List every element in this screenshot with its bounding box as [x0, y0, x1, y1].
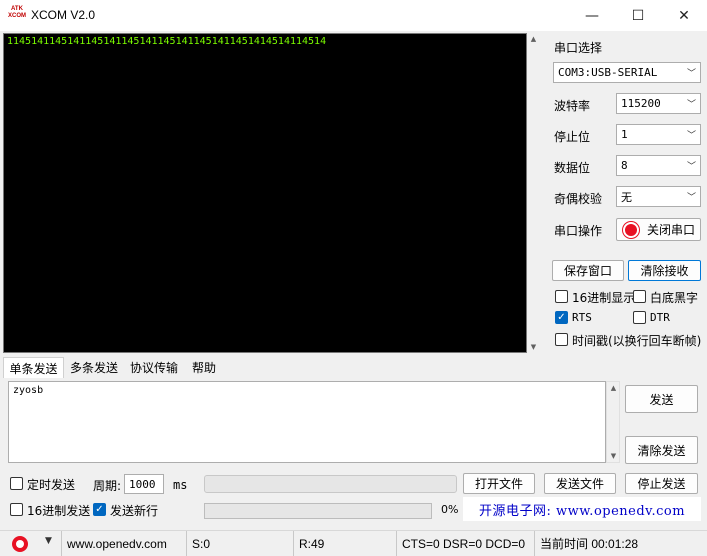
- chevron-down-icon: ﹀: [686, 162, 696, 172]
- stop-send-button[interactable]: 停止发送: [625, 473, 698, 494]
- status-line-signals: CTS=0 DSR=0 DCD=0: [396, 531, 533, 556]
- tab-protocol[interactable]: 协议传输: [125, 357, 183, 378]
- received-text: 1145141145141145141145141145141145141145…: [7, 36, 327, 47]
- promo-link[interactable]: 开源电子网: www.openedv.com: [463, 497, 701, 521]
- send-progress-bar: [204, 503, 432, 519]
- record-stop-icon: [623, 221, 639, 238]
- rts-label: RTS: [572, 311, 592, 324]
- period-input[interactable]: 1000: [124, 474, 164, 494]
- parity-select[interactable]: 无 ﹀: [616, 186, 701, 207]
- parity-value: 无: [621, 190, 632, 204]
- period-unit: ms: [173, 478, 188, 492]
- app-logo-icon: ATK XCOM: [8, 6, 26, 19]
- file-path-field[interactable]: [204, 475, 457, 493]
- baud-select-value: 115200: [621, 97, 661, 110]
- scroll-down-arrow-icon[interactable]: ▼: [607, 450, 620, 462]
- close-port-label: 关闭串口: [647, 223, 696, 237]
- data-bits-select[interactable]: 8 ﹀: [616, 155, 701, 176]
- send-text: zyosb: [13, 385, 44, 396]
- white-bg-label: 白底黑字: [650, 291, 699, 305]
- port-operation-label: 串口操作: [554, 224, 603, 238]
- stop-bits-value: 1: [621, 128, 628, 141]
- status-url[interactable]: www.openedv.com: [61, 531, 185, 556]
- scroll-down-arrow-icon[interactable]: ▼: [527, 341, 540, 353]
- period-label: 周期:: [93, 479, 122, 493]
- send-input[interactable]: zyosb: [8, 381, 606, 463]
- send-button[interactable]: 发送: [625, 385, 698, 413]
- rts-checkbox[interactable]: ✓: [555, 311, 568, 324]
- white-bg-checkbox[interactable]: [633, 290, 646, 303]
- dtr-checkbox[interactable]: [633, 311, 646, 324]
- send-file-button[interactable]: 发送文件: [544, 473, 616, 494]
- title-bar: ATK XCOM XCOM V2.0 — ☐ ✕: [0, 0, 707, 31]
- menu-down-arrow-icon[interactable]: ▼: [45, 536, 52, 546]
- receive-scrollbar[interactable]: ▲ ▼: [527, 33, 540, 353]
- send-newline-label: 发送新行: [110, 504, 159, 518]
- data-bits-value: 8: [621, 159, 628, 172]
- data-bits-label: 数据位: [554, 161, 591, 175]
- tab-help[interactable]: 帮助: [184, 357, 224, 378]
- hex-send-label: 16进制发送: [27, 504, 91, 518]
- scroll-up-arrow-icon[interactable]: ▲: [607, 382, 620, 394]
- window-title: XCOM V2.0: [31, 8, 96, 22]
- maximize-button[interactable]: ☐: [615, 0, 661, 31]
- receive-terminal[interactable]: 1145141145141145141145141145141145141145…: [3, 33, 527, 353]
- chevron-down-icon: ﹀: [686, 100, 696, 110]
- hex-send-checkbox[interactable]: [10, 503, 23, 516]
- stop-bits-label: 停止位: [554, 130, 591, 144]
- tab-single-send[interactable]: 单条发送: [3, 357, 64, 378]
- status-current-time: 当前时间 00:01:28: [534, 531, 707, 556]
- port-select[interactable]: COM3:USB-SERIAL ﹀: [553, 62, 701, 83]
- tab-multi-send[interactable]: 多条发送: [65, 357, 123, 378]
- close-port-button[interactable]: 关闭串口: [616, 218, 701, 241]
- save-window-button[interactable]: 保存窗口: [552, 260, 624, 281]
- parity-label: 奇偶校验: [554, 192, 603, 206]
- progress-percent: 0%: [441, 503, 459, 516]
- port-select-value: COM3:USB-SERIAL: [558, 66, 658, 79]
- send-tabbar: 单条发送 多条发送 协议传输 帮助: [3, 357, 703, 378]
- chevron-down-icon: ﹀: [686, 131, 696, 141]
- status-received-count: R:49: [293, 531, 395, 556]
- timestamp-label: 时间戳(以换行回车断帧): [572, 334, 702, 348]
- chevron-down-icon: ﹀: [686, 193, 696, 203]
- dtr-label: DTR: [650, 311, 670, 324]
- stop-bits-select[interactable]: 1 ﹀: [616, 124, 701, 145]
- timed-send-label: 定时发送: [27, 478, 76, 492]
- close-button[interactable]: ✕: [661, 0, 707, 31]
- send-scrollbar[interactable]: ▲ ▼: [606, 381, 620, 463]
- hex-display-label: 16进制显示: [572, 291, 636, 305]
- minimize-button[interactable]: —: [569, 0, 615, 31]
- baud-select[interactable]: 115200 ﹀: [616, 93, 701, 114]
- settings-gear-icon[interactable]: [12, 536, 28, 552]
- status-sent-count: S:0: [186, 531, 291, 556]
- open-file-button[interactable]: 打开文件: [463, 473, 535, 494]
- status-bar: ▼ www.openedv.com S:0 R:49 CTS=0 DSR=0 D…: [0, 530, 707, 556]
- timed-send-checkbox[interactable]: [10, 477, 23, 490]
- chevron-down-icon: ﹀: [686, 69, 696, 79]
- port-select-label: 串口选择: [554, 41, 603, 55]
- timestamp-checkbox[interactable]: [555, 333, 568, 346]
- clear-receive-button[interactable]: 清除接收: [628, 260, 701, 281]
- clear-send-button[interactable]: 清除发送: [625, 436, 698, 464]
- send-newline-checkbox[interactable]: ✓: [93, 503, 106, 516]
- hex-display-checkbox[interactable]: [555, 290, 568, 303]
- scroll-up-arrow-icon[interactable]: ▲: [527, 33, 540, 45]
- baud-label: 波特率: [554, 99, 591, 113]
